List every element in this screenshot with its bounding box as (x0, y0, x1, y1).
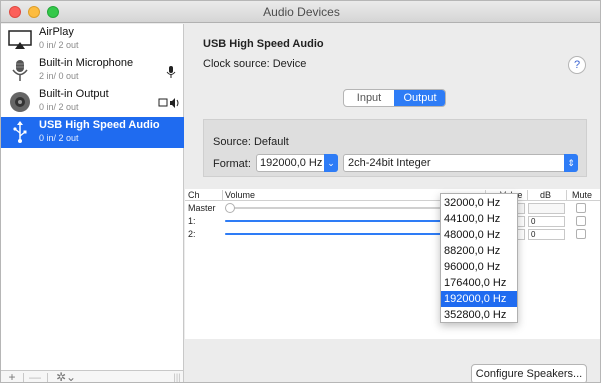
table-header: Ch Volume Value dB Mute (185, 189, 600, 201)
add-device-button[interactable]: + (5, 370, 19, 382)
device-name: Built-in Microphone (39, 57, 134, 69)
db-field[interactable] (528, 203, 565, 214)
output-speaker-icon (158, 98, 179, 108)
menu-item[interactable]: 176400,0 Hz (441, 275, 517, 291)
channel-format-value: 2ch-24bit Integer (348, 157, 431, 169)
sample-rate-popup[interactable]: 192000,0 Hz ⌄ (256, 154, 338, 172)
volume-slider-fill (225, 233, 471, 235)
help-button[interactable]: ? (568, 56, 586, 74)
up-down-chevron-icon: ⇕ (564, 154, 578, 172)
header-volume: Volume (225, 190, 256, 200)
menu-item[interactable]: 96000,0 Hz (441, 259, 517, 275)
header-ch: Ch (188, 190, 200, 200)
sample-rate-value: 192000,0 Hz (260, 157, 323, 169)
device-name: Built-in Output (39, 88, 109, 100)
input-output-tabs: Input Output (343, 89, 446, 107)
column-divider (222, 190, 223, 200)
resize-grip-icon[interactable]: ||| (173, 370, 181, 382)
menu-item[interactable]: 44100,0 Hz (441, 211, 517, 227)
window-title: Audio Devices (263, 5, 340, 19)
gear-menu-button[interactable]: ✲⌄ (53, 370, 79, 382)
sidebar-toolbar: + — ✲⌄ ||| (1, 370, 184, 382)
configure-speakers-button[interactable]: Configure Speakers... (471, 364, 587, 382)
device-usb-high-speed-audio[interactable]: USB High Speed Audio 0 in/ 2 out (1, 117, 184, 148)
clock-source: Clock source: Device (203, 58, 307, 70)
menu-item[interactable]: 88200,0 Hz (441, 243, 517, 259)
menu-item[interactable]: 32000,0 Hz (441, 195, 517, 211)
header-db: dB (540, 190, 552, 200)
usb-icon (13, 121, 27, 143)
menu-item-selected[interactable]: 192000,0 Hz (441, 291, 517, 307)
device-builtin-output[interactable]: Built-in Output 0 in/ 2 out (1, 86, 184, 117)
table-row: 2: 1 0 (185, 228, 600, 241)
tab-output[interactable]: Output (394, 90, 445, 106)
airplay-icon (8, 30, 32, 49)
table-row-master: Master (185, 202, 600, 215)
channel-format-popup[interactable]: 2ch-24bit Integer ⇕ (343, 154, 578, 172)
menu-item[interactable]: 352800,0 Hz (441, 307, 517, 323)
toolbar-divider (23, 373, 24, 382)
mute-checkbox[interactable] (576, 203, 586, 213)
device-io: 2 in/ 0 out (39, 71, 79, 81)
mute-checkbox[interactable] (576, 229, 586, 239)
menu-item[interactable]: 48000,0 Hz (441, 227, 517, 243)
device-name: AirPlay (39, 26, 74, 38)
device-title: USB High Speed Audio (203, 38, 324, 50)
speaker-icon (10, 92, 30, 112)
audio-devices-window: Audio Devices AirPlay 0 in/ 2 out Built-… (0, 0, 601, 383)
channel-label: 2: (188, 229, 196, 239)
db-field[interactable]: 0 (528, 229, 565, 240)
volume-table: Ch Volume Value dB Mute Master 1: (185, 189, 600, 339)
chevron-down-icon: ⌄ (324, 154, 338, 172)
microphone-icon (12, 60, 28, 81)
toolbar-divider (47, 373, 48, 382)
column-divider (527, 190, 528, 200)
device-io: 0 in/ 2 out (39, 40, 79, 50)
header-mute: Mute (572, 190, 593, 200)
volume-slider-fill (225, 220, 471, 222)
channel-label: 1: (188, 216, 196, 226)
device-builtin-microphone[interactable]: Built-in Microphone 2 in/ 0 out (1, 55, 184, 86)
device-list: AirPlay 0 in/ 2 out Built-in Microphone … (1, 24, 184, 370)
format-label: Format: (213, 158, 251, 170)
sample-rate-menu: 32000,0 Hz 44100,0 Hz 48000,0 Hz 88200,0… (440, 193, 518, 323)
device-io: 0 in/ 2 out (39, 133, 79, 143)
volume-slider-knob[interactable] (225, 203, 235, 213)
input-microphone-icon (166, 66, 176, 78)
db-field[interactable]: 0 (528, 216, 565, 227)
device-io: 0 in/ 2 out (39, 102, 79, 112)
device-name: USB High Speed Audio (39, 119, 160, 131)
remove-device-button[interactable]: — (28, 370, 42, 382)
source-label: Source: Default (213, 136, 289, 148)
channel-label: Master (188, 203, 216, 213)
column-divider (566, 190, 567, 200)
table-row: 1: 1 0 (185, 215, 600, 228)
device-detail-panel: USB High Speed Audio Clock source: Devic… (185, 24, 600, 382)
title-bar[interactable]: Audio Devices (1, 1, 600, 23)
mute-checkbox[interactable] (576, 216, 586, 226)
device-airplay[interactable]: AirPlay 0 in/ 2 out (1, 24, 184, 55)
tab-input[interactable]: Input (344, 90, 394, 106)
